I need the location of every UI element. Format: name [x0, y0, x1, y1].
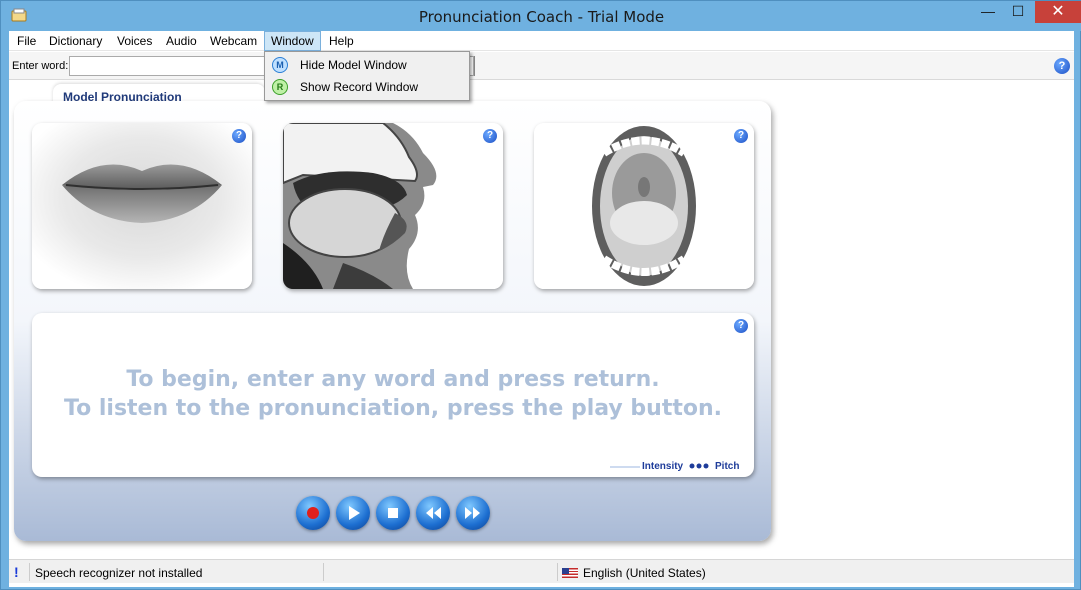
play-icon	[349, 506, 360, 520]
lips-image	[32, 123, 252, 289]
waveform-help-icon[interactable]: ?	[734, 319, 748, 333]
lips-view-card: ?	[32, 123, 252, 289]
record-button[interactable]	[296, 496, 330, 530]
status-message: Speech recognizer not installed	[35, 566, 203, 580]
window-menu-dropdown: M Hide Model Window R Show Record Window	[264, 51, 470, 101]
menu-bar: File Dictionary Voices Audio Webcam Wind…	[9, 31, 1074, 51]
stop-button[interactable]	[376, 496, 410, 530]
intensity-legend-line	[610, 466, 640, 468]
toolbar-separator	[474, 56, 475, 76]
help-icon[interactable]: ?	[1054, 58, 1070, 74]
menu-item-show-record-window[interactable]: R Show Record Window	[266, 76, 468, 98]
menu-item-hide-model-window[interactable]: M Hide Model Window	[266, 54, 468, 76]
minimize-button[interactable]: —	[973, 1, 1003, 23]
maximize-button[interactable]: ☐	[1003, 1, 1033, 23]
fast-forward-button[interactable]	[456, 496, 490, 530]
fast-forward-icon	[465, 507, 480, 519]
rewind-icon	[426, 507, 441, 519]
menu-item-label: Hide Model Window	[300, 58, 407, 72]
title-bar[interactable]: Pronunciation Coach - Trial Mode — ☐ ✕	[1, 1, 1081, 31]
status-divider	[323, 563, 324, 581]
record-window-icon: R	[272, 79, 288, 95]
model-window-icon: M	[272, 57, 288, 73]
warning-icon: !	[14, 564, 19, 580]
status-divider	[29, 563, 30, 581]
us-flag-icon	[562, 568, 578, 578]
cross-section-help-icon[interactable]: ?	[483, 129, 497, 143]
menu-dictionary[interactable]: Dictionary	[43, 31, 108, 51]
lips-help-icon[interactable]: ?	[232, 129, 246, 143]
menu-help[interactable]: Help	[323, 31, 360, 51]
menu-webcam[interactable]: Webcam	[204, 31, 263, 51]
window-title: Pronunciation Coach - Trial Mode	[418, 8, 665, 26]
open-mouth-card: ?	[534, 123, 754, 289]
pitch-legend-dots	[689, 463, 709, 469]
instruction-line-1: To begin, enter any word and press retur…	[126, 367, 660, 392]
enter-word-label: Enter word:	[12, 60, 69, 72]
status-divider	[557, 563, 558, 581]
menu-voices[interactable]: Voices	[111, 31, 158, 51]
client-area: File Dictionary Voices Audio Webcam Wind…	[9, 31, 1074, 587]
status-bar: ! Speech recognizer not installed Englis…	[9, 559, 1074, 583]
menu-file[interactable]: File	[11, 31, 42, 51]
record-icon	[307, 507, 319, 519]
intensity-legend: Intensity	[642, 461, 684, 472]
stop-icon	[388, 508, 398, 518]
menu-window[interactable]: Window	[264, 31, 321, 51]
menu-item-label: Show Record Window	[300, 80, 419, 94]
open-mouth-image	[534, 123, 754, 289]
cross-section-card: ?	[283, 123, 503, 289]
waveform-card: ? To begin, enter any word and press ret…	[32, 313, 754, 477]
instruction-line-2: To listen to the pronunciation, press th…	[64, 396, 722, 421]
toolbar: Enter word: ?	[9, 52, 1074, 80]
play-button[interactable]	[336, 496, 370, 530]
open-mouth-help-icon[interactable]: ?	[734, 129, 748, 143]
language-indicator[interactable]: English (United States)	[583, 566, 706, 580]
close-button[interactable]: ✕	[1035, 1, 1081, 23]
pitch-legend: Pitch	[715, 461, 740, 472]
model-pronunciation-panel: ? ? ? ? To begin, enter any word and pre…	[14, 101, 771, 541]
rewind-button[interactable]	[416, 496, 450, 530]
menu-audio[interactable]: Audio	[160, 31, 203, 51]
app-window: Pronunciation Coach - Trial Mode — ☐ ✕ F…	[0, 0, 1081, 590]
cross-section-image	[283, 123, 503, 289]
